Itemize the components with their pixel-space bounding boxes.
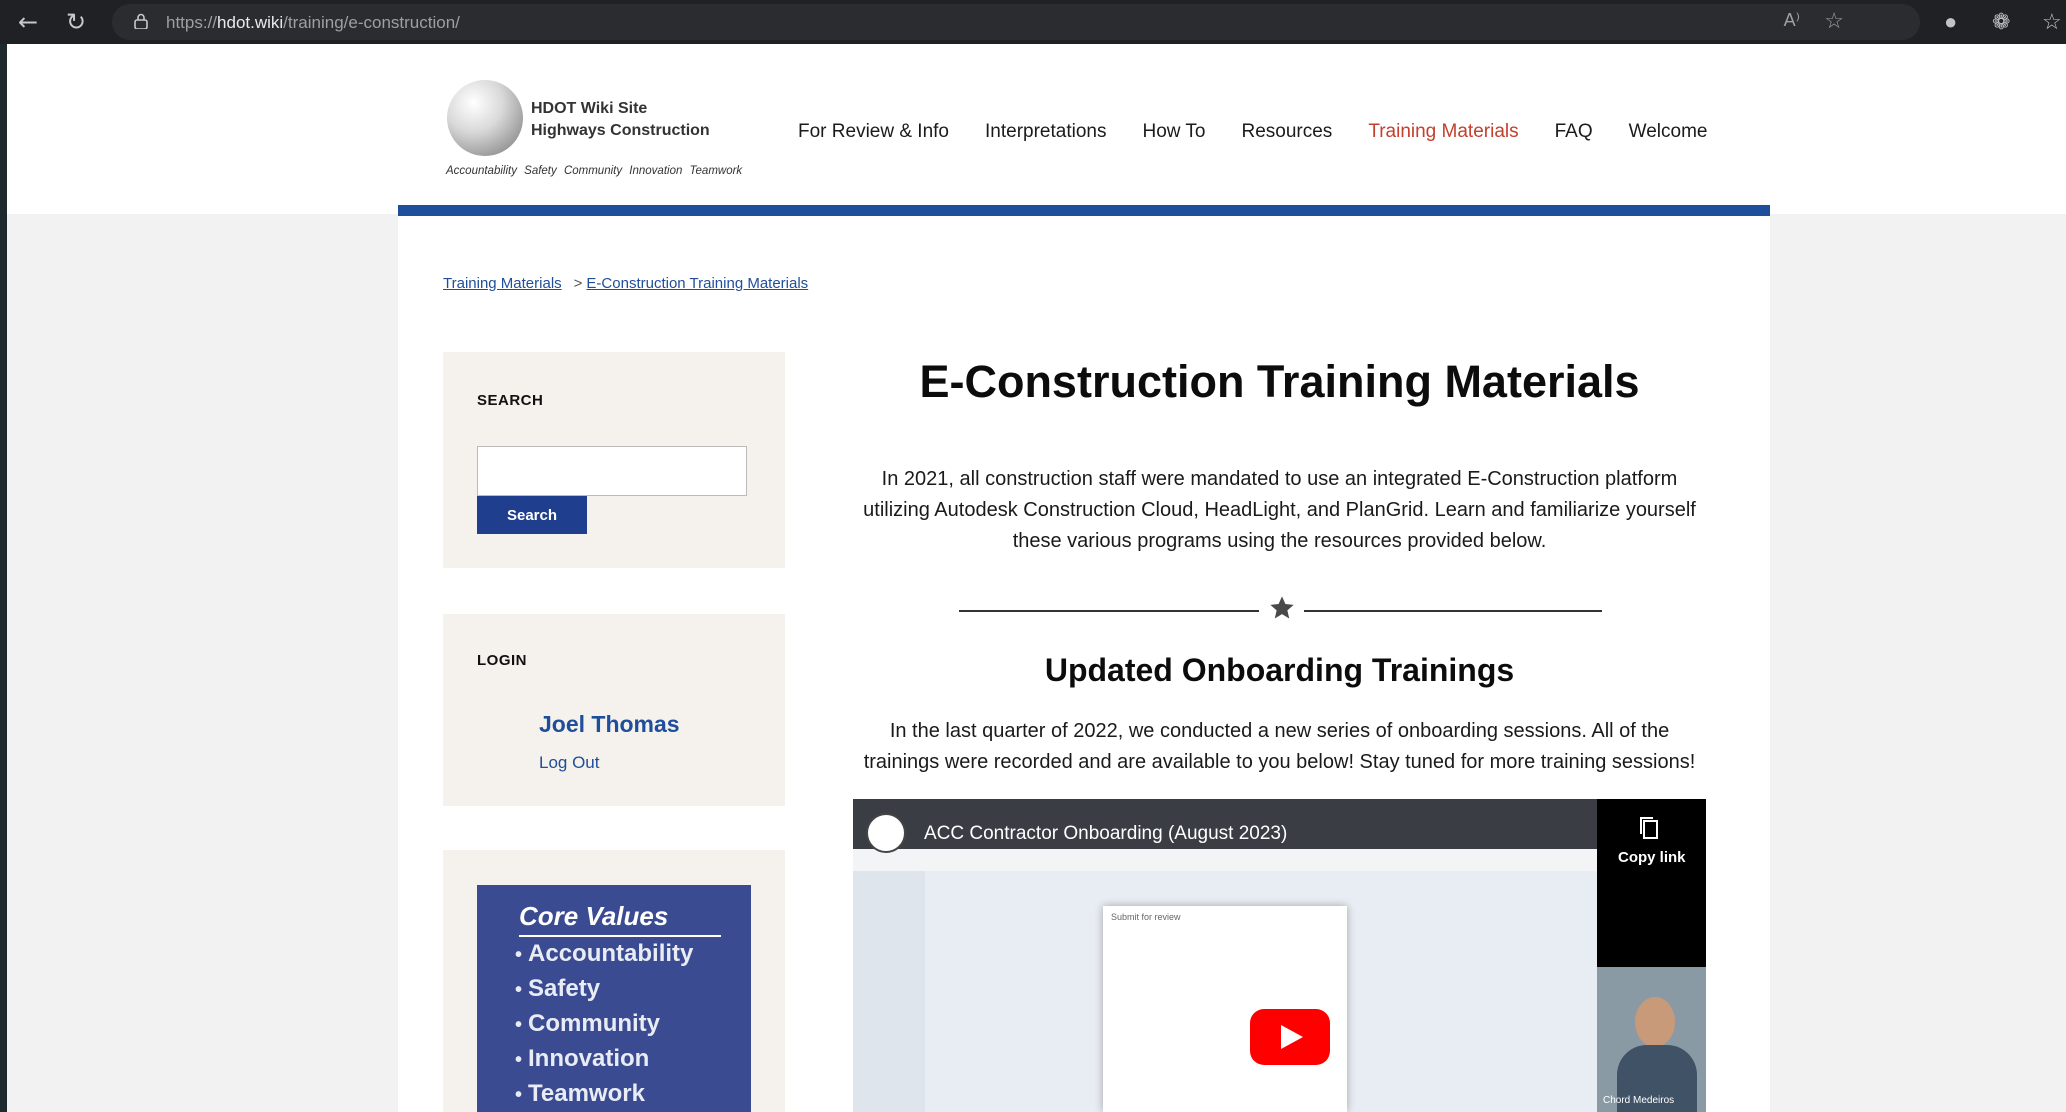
- video-title[interactable]: ACC Contractor Onboarding (August 2023): [924, 823, 1287, 845]
- lock-icon: [134, 13, 148, 29]
- core-value-item: Accountability: [515, 937, 693, 972]
- intro-paragraph: In 2021, all construction staff were man…: [863, 468, 1696, 552]
- core-values-title: Core Values: [519, 901, 669, 931]
- channel-logo-icon[interactable]: [866, 813, 906, 853]
- user-name-link[interactable]: Joel Thomas: [539, 711, 680, 738]
- page-title: E-Construction Training Materials: [919, 356, 1640, 407]
- main-navigation: For Review & Info Interpretations How To…: [798, 121, 1743, 143]
- reload-icon[interactable]: ↻: [62, 8, 90, 36]
- thumbnail-sidebar: [853, 871, 925, 1112]
- extensions-icon[interactable]: ❁: [1992, 8, 2010, 36]
- search-button[interactable]: Search: [477, 496, 587, 534]
- browser-toolbar: ← ↻ https://hdot.wiki/training/e-constru…: [0, 0, 2066, 44]
- nav-item-resources[interactable]: Resources: [1241, 121, 1332, 143]
- presenter-head: [1635, 997, 1675, 1047]
- nav-item-interpretations[interactable]: Interpretations: [985, 121, 1106, 143]
- login-heading: LOGIN: [477, 652, 527, 669]
- site-header: HDOT Wiki Site Highways Construction Acc…: [7, 44, 2066, 214]
- shield-icon[interactable]: ●: [1944, 8, 1957, 36]
- core-value-item: Community: [515, 1007, 693, 1042]
- presenter-webcam: Chord Medeiros: [1597, 967, 1706, 1112]
- search-input[interactable]: [477, 446, 747, 496]
- address-bar[interactable]: https://hdot.wiki/training/e-constructio…: [112, 4, 1920, 40]
- presenter-name: Chord Medeiros: [1603, 1095, 1675, 1106]
- nav-item-how-to[interactable]: How To: [1142, 121, 1205, 143]
- search-widget: SEARCH Search: [443, 352, 785, 568]
- globe-logo-icon[interactable]: [447, 80, 523, 156]
- read-aloud-icon[interactable]: A⁾: [1784, 10, 1800, 31]
- back-arrow-icon[interactable]: ←: [14, 8, 42, 36]
- core-values-widget: Core Values Accountability Safety Commun…: [443, 850, 785, 1112]
- youtube-play-icon[interactable]: [1250, 1009, 1330, 1065]
- thumbnail-toolbar: [853, 849, 1597, 871]
- search-heading: SEARCH: [477, 392, 544, 409]
- content-area: Training Materials > E-Construction Traini…: [398, 216, 1770, 1112]
- logout-link[interactable]: Log Out: [539, 753, 600, 773]
- core-value-item: Safety: [515, 972, 693, 1007]
- nav-item-for-review[interactable]: For Review & Info: [798, 121, 949, 143]
- video-thumbnail: Submit for review: [853, 799, 1597, 1112]
- header-accent-bar: [398, 205, 1770, 216]
- video-player[interactable]: Submit for review ACC Contractor Onboard…: [853, 799, 1706, 1112]
- login-widget: LOGIN Joel Thomas Log Out: [443, 614, 785, 806]
- site-title[interactable]: HDOT Wiki Site Highways Construction: [531, 98, 710, 142]
- star-outline-icon[interactable]: ☆: [1824, 8, 1844, 34]
- section-title: Updated Onboarding Trainings: [1044, 652, 1515, 688]
- favorites-icon[interactable]: ☆: [2042, 8, 2062, 36]
- url-text[interactable]: https://hdot.wiki/training/e-constructio…: [166, 13, 460, 33]
- site-tagline: Accountability Safety Community Innovati…: [446, 165, 743, 177]
- breadcrumb-e-construction[interactable]: E-Construction Training Materials: [586, 275, 808, 292]
- breadcrumb: Training Materials > E-Construction Traini…: [443, 275, 808, 292]
- web-page: HDOT Wiki Site Highways Construction Acc…: [7, 44, 2066, 1112]
- divider-line-right: [1304, 610, 1602, 612]
- copy-icon[interactable]: [1638, 815, 1660, 841]
- core-value-item: Innovation: [515, 1042, 693, 1077]
- core-values-list: Accountability Safety Community Innovati…: [515, 937, 693, 1112]
- site-title-line2: Highways Construction: [531, 122, 710, 139]
- nav-item-welcome[interactable]: Welcome: [1629, 121, 1708, 143]
- breadcrumb-separator: >: [573, 275, 583, 292]
- copy-link-label[interactable]: Copy link: [1618, 849, 1686, 866]
- core-values-banner: Core Values Accountability Safety Commun…: [477, 885, 751, 1112]
- divider-line-left: [959, 610, 1259, 612]
- star-icon: [1270, 596, 1294, 619]
- breadcrumb-training-materials[interactable]: Training Materials: [443, 275, 562, 292]
- core-value-item: Teamwork: [515, 1077, 693, 1112]
- thumbnail-modal-title: Submit for review: [1111, 912, 1181, 922]
- nav-item-training-materials[interactable]: Training Materials: [1368, 121, 1518, 143]
- section-paragraph: In the last quarter of 2022, we conducte…: [863, 720, 1696, 773]
- nav-item-faq[interactable]: FAQ: [1555, 121, 1593, 143]
- site-title-line1: HDOT Wiki Site: [531, 100, 648, 117]
